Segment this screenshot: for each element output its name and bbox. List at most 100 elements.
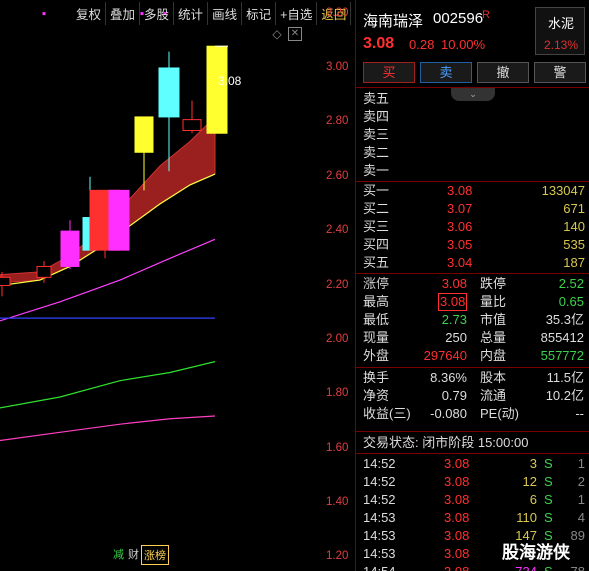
tick-time: 14:53 bbox=[363, 510, 396, 525]
divider bbox=[356, 87, 589, 88]
tick-time: 14:52 bbox=[363, 474, 396, 489]
cancel-order-button[interactable]: 撤 bbox=[477, 62, 529, 83]
buy-level-label: 买五 bbox=[363, 255, 390, 270]
sell-level-label: 卖三 bbox=[363, 127, 390, 142]
buy-button[interactable]: 买 bbox=[363, 62, 415, 83]
kline-chart[interactable]: 复权 叠加 多股 统计 画线 标记 +自选 返回 ◇ ✕ 3.20 3.00 2.8… bbox=[0, 0, 355, 571]
volume-ratio-label: 量比 bbox=[480, 294, 507, 309]
pe-value: -- bbox=[575, 406, 584, 421]
add-watchlist-button[interactable]: +自选 bbox=[276, 2, 318, 25]
tick-row: 14:52 3.08 6 S 1 bbox=[363, 491, 588, 509]
tick-row: 14:52 3.08 3 S 1 bbox=[363, 455, 588, 473]
inner-volume-label: 内盘 bbox=[480, 348, 507, 363]
tick-volume: 110 bbox=[516, 510, 537, 525]
mark-button[interactable]: 标记 bbox=[242, 2, 277, 25]
sell-level-label: 卖五 bbox=[363, 91, 390, 106]
current-price: 3.08 bbox=[363, 35, 395, 52]
tick-row: 14:53 3.08 110 S 4 bbox=[363, 509, 588, 527]
limit-up-value: 3.08 bbox=[441, 276, 467, 291]
close-icon[interactable]: ✕ bbox=[288, 27, 302, 41]
buy-level-price: 3.07 bbox=[447, 201, 473, 216]
y-axis-tick-label: 2.60 bbox=[326, 169, 349, 182]
outer-volume-value: 297640 bbox=[423, 348, 467, 363]
tick-volume: 3 bbox=[529, 456, 537, 471]
tick-price: 3.08 bbox=[444, 456, 470, 471]
margin-mark: R bbox=[482, 9, 490, 21]
tick-side: S bbox=[544, 456, 553, 471]
sell-level-1: 卖一 bbox=[363, 162, 588, 180]
candle-body bbox=[108, 189, 130, 251]
statistics-button[interactable]: 统计 bbox=[174, 2, 209, 25]
tick-side: S bbox=[544, 492, 553, 507]
bottom-tabs: 减 财 涨榜 bbox=[111, 545, 169, 565]
candle-body bbox=[134, 116, 154, 153]
tab-zhangbang[interactable]: 涨榜 bbox=[141, 545, 169, 565]
buy-level-price: 3.08 bbox=[447, 183, 473, 198]
total-volume-value: 855412 bbox=[540, 330, 584, 345]
high-value: 3.08 bbox=[438, 293, 468, 311]
turnover-label: 换手 bbox=[363, 370, 390, 385]
diamond-icon[interactable]: ◇ bbox=[270, 27, 284, 41]
tab-cai[interactable]: 财 bbox=[126, 545, 141, 565]
buy-level-label: 买二 bbox=[363, 201, 390, 216]
volume-ratio-value: 0.65 bbox=[558, 294, 584, 309]
sell-level-5: 卖五 bbox=[363, 90, 588, 108]
overlay-button[interactable]: 叠加 bbox=[106, 2, 141, 25]
divider bbox=[356, 431, 589, 432]
tick-time: 14:52 bbox=[363, 456, 396, 471]
y-axis-tick-label: 2.80 bbox=[326, 115, 349, 128]
turnover-value: 8.36% bbox=[430, 370, 467, 385]
tick-volume: 12 bbox=[522, 474, 537, 489]
buy-level-5: 买五 3.04 187 bbox=[363, 254, 588, 272]
limit-up-label: 涨停 bbox=[363, 276, 390, 291]
industry-name: 水泥 bbox=[547, 16, 574, 31]
trade-status: 交易状态: 闭市阶段 15:00:00 bbox=[363, 435, 529, 450]
price-change: 0.28 bbox=[409, 37, 435, 52]
buy-level-2: 买二 3.07 671 bbox=[363, 200, 588, 218]
low-label: 最低 bbox=[363, 312, 390, 327]
buy-level-volume: 671 bbox=[563, 201, 585, 216]
tick-time: 14:53 bbox=[363, 528, 396, 543]
float-label: 流通 bbox=[480, 388, 507, 403]
buy-level-volume: 140 bbox=[563, 219, 585, 234]
low-value: 2.73 bbox=[441, 312, 467, 327]
trade-actions: 买 卖 撤 警 bbox=[363, 62, 586, 83]
buy-level-volume: 535 bbox=[563, 237, 585, 252]
buy-level-price: 3.06 bbox=[447, 219, 473, 234]
current-volume-value: 250 bbox=[445, 330, 467, 345]
tab-jian[interactable]: 减 bbox=[111, 545, 126, 565]
fuquan-button[interactable]: 复权 bbox=[72, 2, 107, 25]
tick-row: 14:54 3.08 734 S 78 bbox=[363, 563, 588, 571]
alert-button[interactable]: 警 bbox=[534, 62, 586, 83]
candle-body bbox=[182, 119, 202, 132]
tick-count: 1 bbox=[577, 456, 585, 471]
kline-canvas[interactable] bbox=[0, 0, 355, 571]
industry-button[interactable]: 水泥 2.13% bbox=[535, 7, 585, 55]
tick-price: 3.08 bbox=[444, 474, 470, 489]
inner-volume-value: 557772 bbox=[540, 348, 584, 363]
y-axis-tick-label: 1.60 bbox=[326, 441, 349, 454]
draw-line-button[interactable]: 画线 bbox=[208, 2, 243, 25]
tick-price: 3.08 bbox=[444, 563, 469, 571]
divider bbox=[356, 273, 589, 274]
sell-level-4: 卖四 bbox=[363, 108, 588, 126]
tick-side: S bbox=[544, 563, 553, 571]
quote-header: 海南瑞泽 002596 R 水泥 2.13% 3.08 0.28 10.00% bbox=[356, 0, 589, 60]
sell-level-2: 卖二 bbox=[363, 144, 588, 162]
last-price-tag: 3.08 bbox=[218, 74, 242, 88]
divider bbox=[356, 367, 589, 368]
total-volume-label: 总量 bbox=[480, 330, 507, 345]
market-cap-value: 35.3亿 bbox=[545, 312, 584, 327]
tick-volume: 6 bbox=[529, 492, 537, 507]
tick-price: 3.08 bbox=[444, 510, 470, 525]
sell-button[interactable]: 卖 bbox=[420, 62, 472, 83]
chart-toolbar: 复权 叠加 多股 统计 画线 标记 +自选 返回 bbox=[72, 2, 352, 25]
equity-label: 股本 bbox=[480, 370, 507, 385]
multi-stock-button[interactable]: 多股 bbox=[140, 2, 175, 25]
buy-level-price: 3.04 bbox=[447, 255, 473, 270]
tick-row: 14:52 3.08 12 S 2 bbox=[363, 473, 588, 491]
buy-level-4: 买四 3.05 535 bbox=[363, 236, 588, 254]
nav-value: 0.79 bbox=[441, 388, 467, 403]
candle-body bbox=[60, 230, 80, 267]
tick-time: 14:54 bbox=[363, 563, 396, 571]
